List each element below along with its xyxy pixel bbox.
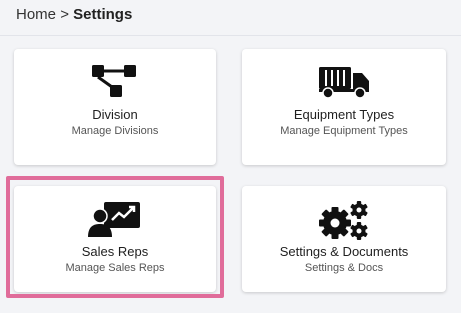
- sales-reps-subtitle: Manage Sales Reps: [65, 262, 165, 274]
- settings-documents-title: Settings & Documents: [279, 244, 409, 259]
- division-card[interactable]: Division Manage Divisions: [14, 49, 216, 165]
- presenter-chart-icon: [88, 202, 140, 237]
- division-title: Division: [92, 107, 138, 122]
- header-divider: [0, 35, 461, 36]
- truck-icon: [319, 67, 369, 99]
- breadcrumb-separator: >: [60, 6, 69, 23]
- breadcrumb-current: Settings: [73, 6, 133, 23]
- equipment-types-subtitle: Manage Equipment Types: [280, 125, 408, 137]
- equipment-types-title: Equipment Types: [293, 107, 395, 122]
- gears-icon: [319, 201, 368, 240]
- breadcrumb: Home > Settings: [16, 6, 132, 23]
- sales-reps-title: Sales Reps: [81, 244, 149, 259]
- hierarchy-icon: [92, 65, 136, 97]
- equipment-types-card[interactable]: Equipment Types Manage Equipment Types: [242, 49, 446, 165]
- settings-documents-card[interactable]: Settings & Documents Settings & Docs: [242, 186, 446, 292]
- sales-reps-card[interactable]: Sales Reps Manage Sales Reps: [14, 186, 216, 292]
- breadcrumb-home-link[interactable]: Home: [16, 6, 56, 23]
- settings-documents-subtitle: Settings & Docs: [304, 262, 384, 274]
- division-subtitle: Manage Divisions: [71, 125, 159, 137]
